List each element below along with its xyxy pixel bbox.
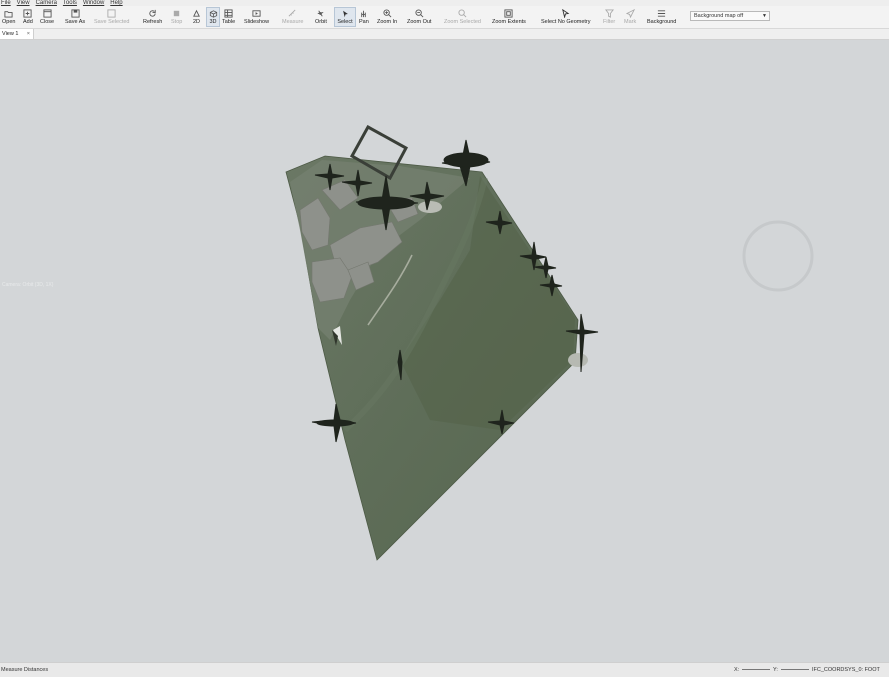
zoom-extents-label: Zoom Extents bbox=[492, 19, 526, 25]
x-label: X: bbox=[734, 667, 740, 673]
stop-button[interactable]: Stop bbox=[171, 7, 182, 27]
background-label: Background bbox=[647, 19, 677, 25]
select-no-geometry-button[interactable]: Select No Geometry bbox=[541, 7, 591, 27]
pan-icon bbox=[361, 10, 367, 18]
zoom-out-button[interactable]: Zoom Out bbox=[407, 7, 431, 27]
mark-button[interactable]: Mark bbox=[624, 7, 636, 27]
add-button[interactable]: Add bbox=[23, 7, 33, 27]
tab-strip: View 1 × bbox=[0, 29, 889, 40]
scene-canvas[interactable] bbox=[0, 40, 889, 662]
status-bar: Measure Distances X: Y: IFC_COORDSYS_0: … bbox=[0, 662, 889, 677]
refresh-button[interactable]: Refresh bbox=[143, 7, 162, 27]
select-icon bbox=[342, 10, 348, 18]
2d-icon bbox=[193, 9, 200, 17]
filter-label: Filter bbox=[603, 19, 616, 25]
status-y-field: Y: bbox=[773, 663, 809, 677]
select-no-geometry-icon bbox=[562, 9, 570, 18]
stop-label: Stop bbox=[171, 19, 183, 25]
pan-button[interactable]: Pan bbox=[359, 7, 369, 27]
background-dropdown[interactable]: Background map off ▼ bbox=[690, 11, 770, 21]
2d-label: 2D bbox=[192, 19, 201, 25]
mark-label: Mark bbox=[624, 19, 637, 25]
add-label: Add bbox=[23, 19, 33, 25]
mark-icon bbox=[625, 9, 635, 18]
table-label: Table bbox=[222, 19, 236, 25]
table-icon bbox=[224, 9, 233, 18]
zoom-in-label: Zoom In bbox=[377, 19, 398, 25]
slideshow-button[interactable]: Slideshow bbox=[244, 7, 269, 27]
save-as-button[interactable]: Save As bbox=[65, 7, 85, 27]
3d-label: 3D bbox=[209, 19, 217, 25]
toolbar: Open Add Close Save As Save Selected Ref… bbox=[0, 6, 889, 29]
camera-overlay-label: Camera: Orbit (3D, 1X) bbox=[2, 282, 54, 288]
orbit-label: Orbit bbox=[315, 19, 327, 25]
y-value-line bbox=[780, 669, 809, 671]
zoom-out-icon bbox=[415, 9, 424, 18]
pan-label: Pan bbox=[359, 19, 369, 25]
zoom-in-button[interactable]: Zoom In bbox=[377, 7, 397, 27]
zoom-in-icon bbox=[383, 9, 392, 18]
zoom-extents-icon bbox=[504, 9, 514, 18]
close-label: Close bbox=[40, 19, 55, 25]
measure-button[interactable]: Measure bbox=[282, 7, 303, 27]
zoom-selected-label: Zoom Selected bbox=[444, 19, 481, 25]
y-label: Y: bbox=[773, 667, 778, 673]
zoom-out-label: Zoom Out bbox=[407, 19, 432, 25]
status-x-field: X: bbox=[734, 663, 771, 677]
save-selected-icon bbox=[107, 9, 116, 18]
refresh-label: Refresh bbox=[143, 19, 163, 25]
tab-label: View 1 bbox=[2, 31, 19, 37]
select-label: Select bbox=[337, 19, 353, 25]
background-dropdown-value: Background map off bbox=[694, 13, 744, 19]
save-icon bbox=[71, 9, 80, 18]
pond bbox=[418, 201, 442, 213]
save-as-label: Save As bbox=[65, 19, 86, 25]
close-icon[interactable]: × bbox=[27, 29, 30, 39]
refresh-icon bbox=[149, 9, 156, 17]
2d-button[interactable]: 2D bbox=[192, 7, 201, 27]
chevron-down-icon: ▼ bbox=[762, 13, 767, 19]
zoom-selected-button[interactable]: Zoom Selected bbox=[444, 7, 481, 27]
orbit-button[interactable]: Orbit bbox=[315, 7, 327, 27]
slideshow-icon bbox=[252, 10, 261, 17]
close-icon bbox=[42, 9, 52, 18]
stop-icon bbox=[173, 10, 180, 17]
3d-icon bbox=[209, 10, 217, 18]
filter-button[interactable]: Filter bbox=[603, 7, 615, 27]
table-button[interactable]: Table bbox=[222, 7, 235, 27]
filter-icon bbox=[604, 9, 614, 18]
open-button[interactable]: Open bbox=[2, 7, 15, 27]
save-selected-label: Save Selected bbox=[94, 19, 130, 25]
orbit-icon bbox=[318, 10, 324, 17]
select-no-geometry-label: Select No Geometry bbox=[541, 19, 591, 25]
background-button[interactable]: Background bbox=[647, 7, 676, 27]
3d-viewport[interactable]: Camera: Orbit (3D, 1X) bbox=[0, 40, 889, 662]
status-message: Measure Distances bbox=[1, 667, 49, 673]
add-icon bbox=[23, 9, 32, 18]
tab-view-1[interactable]: View 1 × bbox=[0, 29, 34, 39]
close-button[interactable]: Close bbox=[40, 7, 54, 27]
navigation-ring[interactable] bbox=[742, 220, 814, 292]
background-icon bbox=[658, 10, 666, 17]
measure-label: Measure bbox=[282, 19, 304, 25]
measure-icon bbox=[288, 9, 296, 17]
zoom-extents-button[interactable]: Zoom Extents bbox=[492, 7, 526, 27]
open-label: Open bbox=[2, 19, 16, 25]
coordinate-system: IFC_COORDSYS_0: FOOT bbox=[812, 667, 880, 673]
3d-button[interactable]: 3D bbox=[206, 7, 220, 27]
slideshow-label: Slideshow bbox=[244, 19, 270, 25]
select-button[interactable]: Select bbox=[334, 7, 356, 27]
pond bbox=[568, 353, 588, 367]
x-value-line bbox=[742, 669, 771, 671]
zoom-selected-icon bbox=[458, 9, 467, 18]
save-selected-button[interactable]: Save Selected bbox=[94, 7, 129, 27]
open-icon bbox=[4, 11, 13, 18]
